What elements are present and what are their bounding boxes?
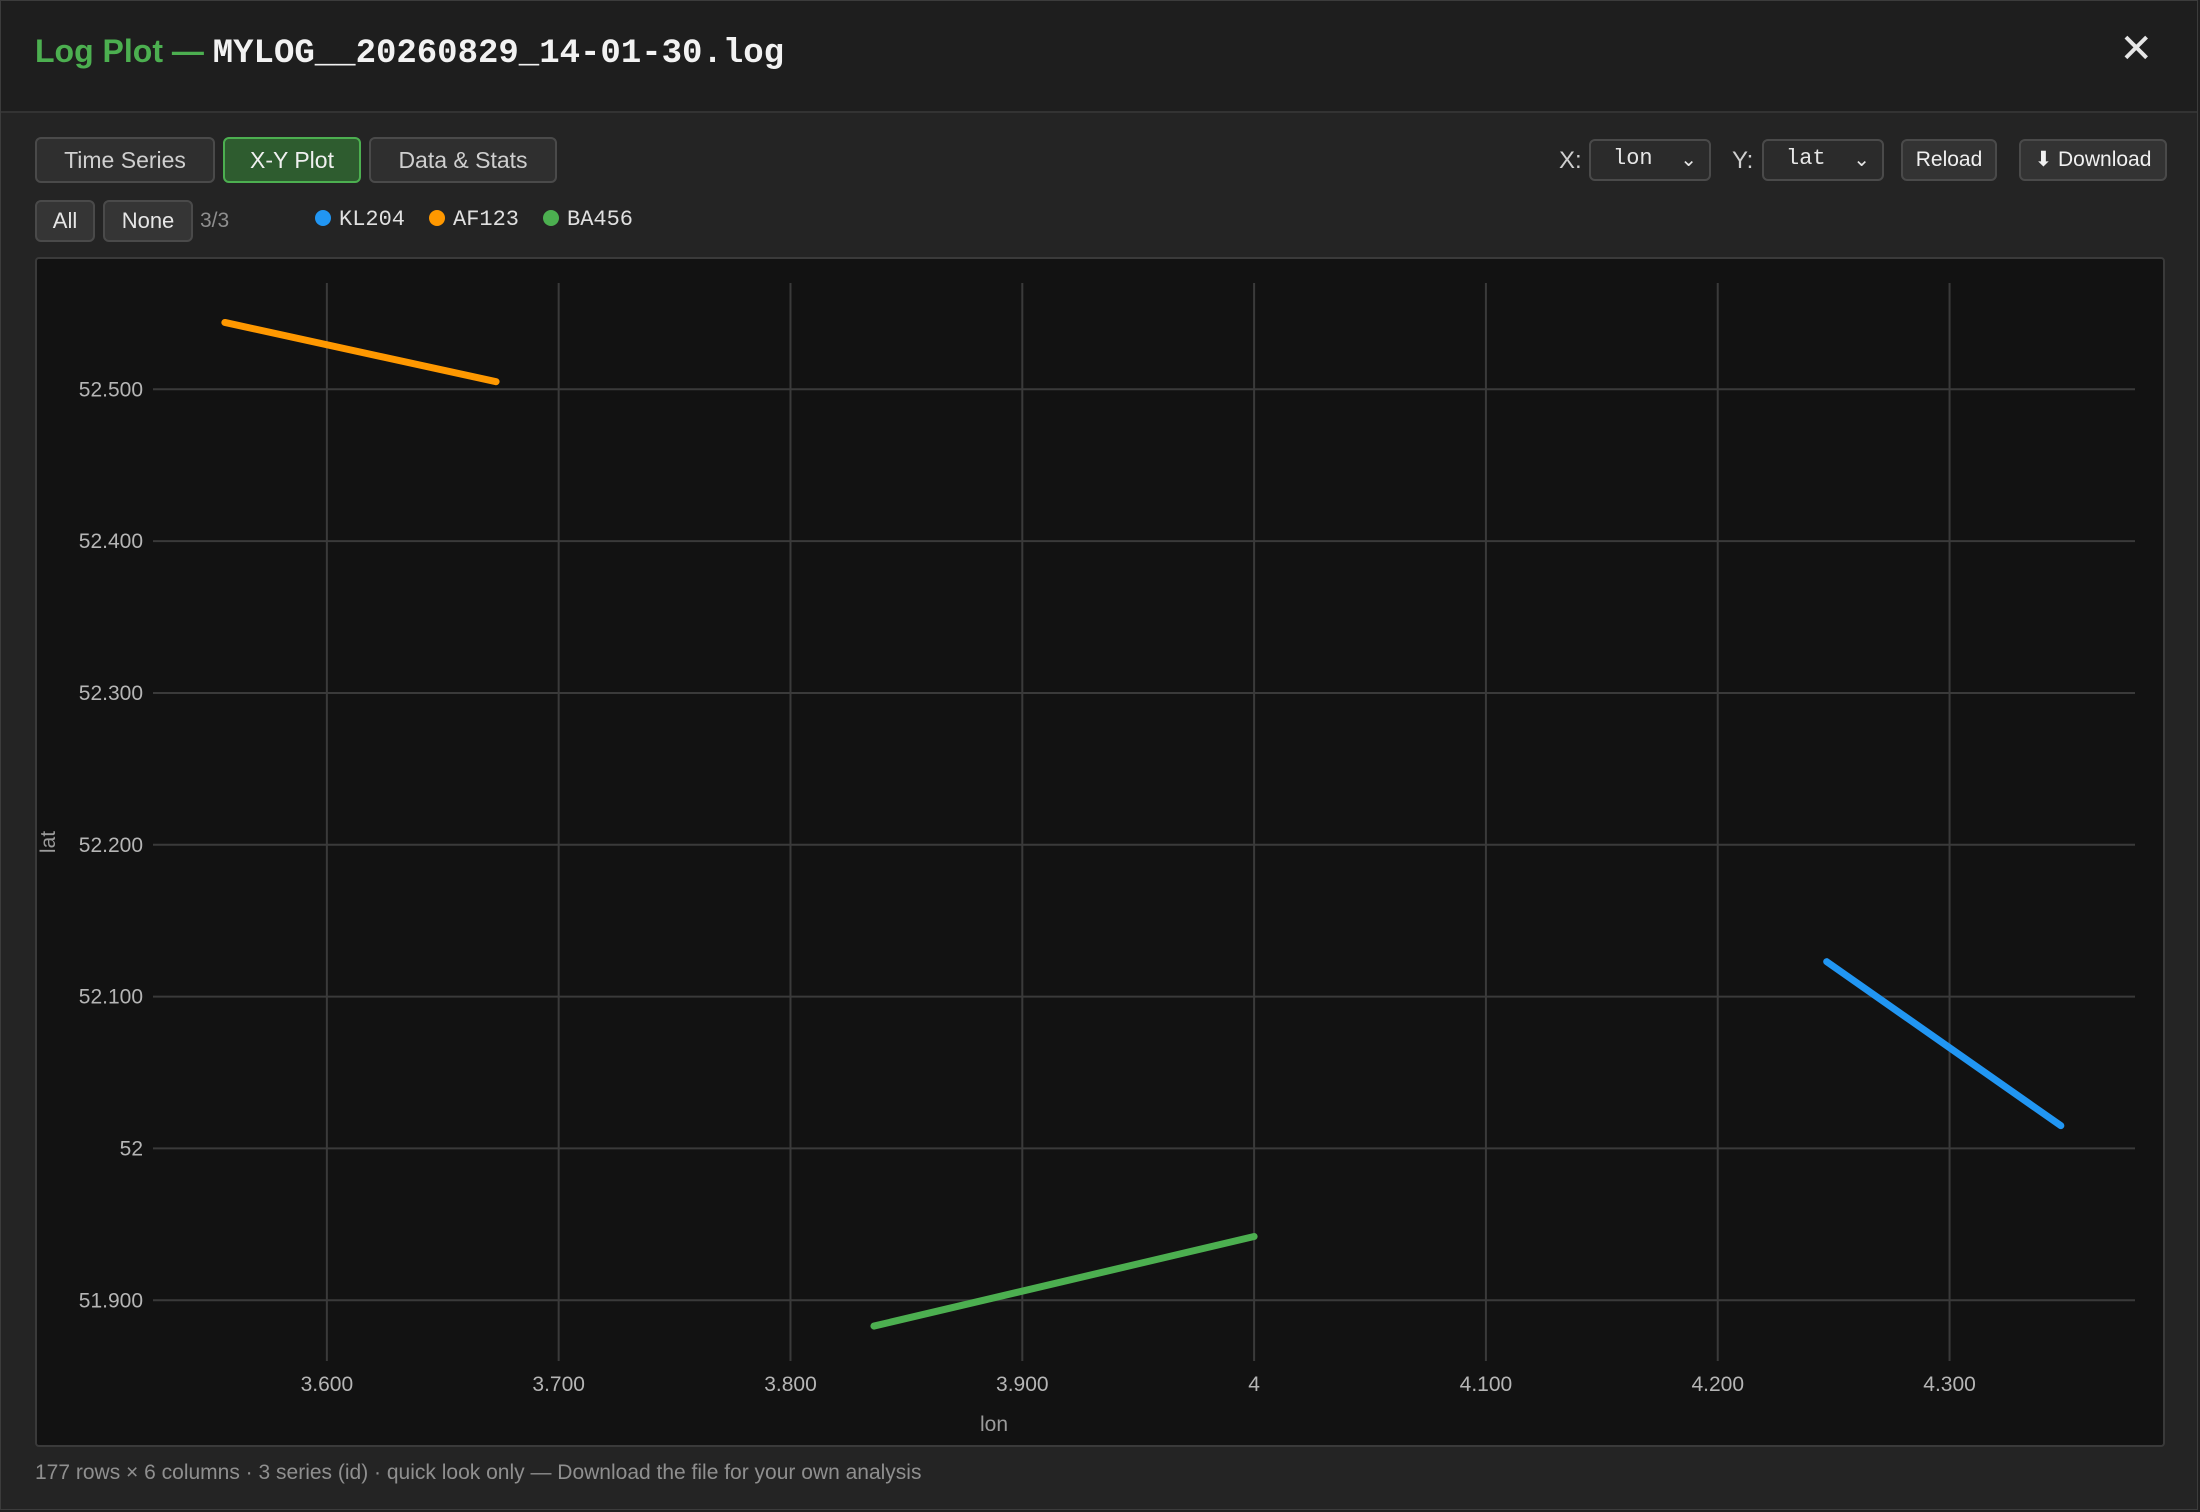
legend-dot <box>315 210 331 226</box>
y-axis-title: lat <box>37 831 60 853</box>
y-tick-label: 52.100 <box>79 986 143 1009</box>
tab-xy-plot[interactable]: X-Y Plot <box>223 137 361 183</box>
x-axis-label: X: <box>1559 147 1582 174</box>
y-axis-label: Y: <box>1732 147 1754 174</box>
series-line-af123 <box>221 318 500 386</box>
legend-dot <box>543 210 559 226</box>
title-prefix: Log Plot — <box>35 33 204 69</box>
close-icon[interactable]: ✕ <box>2119 29 2153 69</box>
tab-data-stats[interactable]: Data & Stats <box>369 137 557 183</box>
reload-button[interactable]: Reload <box>1901 139 1997 181</box>
footer-status: 177 rows × 6 columns · 3 series (id) · q… <box>35 1461 922 1484</box>
select-all-button[interactable]: All <box>35 200 95 242</box>
x-tick-label: 3.700 <box>532 1373 585 1396</box>
x-tick-label: 3.800 <box>764 1373 817 1396</box>
x-axis-select[interactable]: lon ⌄ <box>1589 139 1711 181</box>
legend-dot <box>429 210 445 226</box>
y-axis-value: lat <box>1786 146 1826 171</box>
legend-item-kl204[interactable]: KL204 <box>315 207 405 232</box>
legend-item-ba456[interactable]: BA456 <box>543 207 633 232</box>
legend-label: BA456 <box>567 207 634 232</box>
select-none-button[interactable]: None <box>103 200 193 242</box>
toolbar: Time Series X-Y Plot Data & Stats X: lon… <box>35 137 2167 185</box>
legend-label: KL204 <box>339 207 406 232</box>
y-tick-label: 52.400 <box>79 530 143 553</box>
y-tick-label: 52.300 <box>79 682 143 705</box>
dialog-header: Log Plot — MYLOG__20260829_14-01-30.log … <box>1 1 2197 113</box>
chevron-down-icon: ⌄ <box>1680 147 1697 171</box>
x-tick-label: 4.100 <box>1460 1373 1513 1396</box>
xy-plot-area[interactable]: 3.600 3.700 3.800 3.900 4 4.100 4.200 4.300 51.9… <box>35 257 2165 1447</box>
legend-label: AF123 <box>453 207 520 232</box>
x-axis-value: lon <box>1613 146 1653 171</box>
x-tick-label: 3.900 <box>996 1373 1049 1396</box>
y-tick-label: 51.900 <box>79 1289 143 1312</box>
series-line-ba456 <box>870 1232 1258 1330</box>
x-tick-label: 3.600 <box>301 1373 354 1396</box>
x-tick-label: 4 <box>1248 1373 1260 1396</box>
x-tick-label: 4.200 <box>1691 1373 1744 1396</box>
series-filter-row: All None 3/3 KL204 AF123 BA456 <box>35 200 2163 242</box>
chevron-down-icon: ⌄ <box>1853 147 1870 171</box>
log-filename: MYLOG__20260829_14-01-30.log <box>212 35 785 73</box>
x-tick-label: 4.300 <box>1923 1373 1976 1396</box>
download-button[interactable]: ⬇ Download <box>2019 139 2167 181</box>
y-tick-label: 52.200 <box>79 834 143 857</box>
series-line-kl204 <box>1823 958 2065 1130</box>
y-tick-label: 52.500 <box>79 378 143 401</box>
legend-item-af123[interactable]: AF123 <box>429 207 519 232</box>
xy-plot-chart[interactable]: 3.600 3.700 3.800 3.900 4 4.100 4.200 4.300 51.9… <box>37 259 2163 1445</box>
dialog-title: Log Plot — MYLOG__20260829_14-01-30.log <box>35 33 784 73</box>
series-count: 3/3 <box>200 209 230 232</box>
y-axis-select[interactable]: lat ⌄ <box>1762 139 1884 181</box>
log-plot-dialog: Log Plot — MYLOG__20260829_14-01-30.log … <box>0 0 2198 1510</box>
x-axis-title: lon <box>980 1413 1008 1436</box>
tab-time-series[interactable]: Time Series <box>35 137 215 183</box>
y-tick-label: 52 <box>120 1137 143 1160</box>
